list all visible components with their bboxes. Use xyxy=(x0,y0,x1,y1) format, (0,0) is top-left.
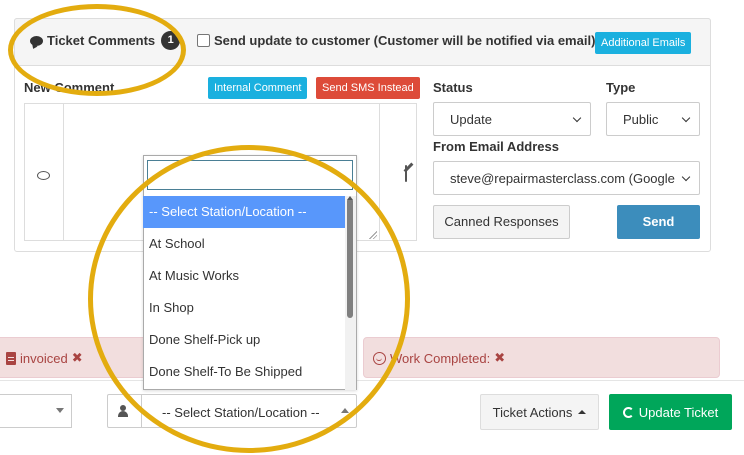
close-icon[interactable]: ✖ xyxy=(72,350,83,366)
edit-icon[interactable] xyxy=(405,165,407,182)
update-ticket-label: Update Ticket xyxy=(638,404,719,420)
caret-up-icon xyxy=(341,408,349,413)
bottom-divider xyxy=(0,380,744,381)
comment-icon xyxy=(30,35,43,46)
caret-up-icon xyxy=(578,410,587,414)
invoiced-status: invoiced ✖ xyxy=(6,350,83,366)
close-icon[interactable]: ✖ xyxy=(494,350,505,366)
send-sms-button[interactable]: Send SMS Instead xyxy=(316,77,420,99)
ticket-actions-button[interactable]: Ticket Actions xyxy=(480,394,599,430)
caret-down-icon xyxy=(56,408,64,413)
station-select-value: -- Select Station/Location -- xyxy=(162,405,320,420)
chevron-down-icon xyxy=(681,172,691,181)
ticket-comments-label: Ticket Comments xyxy=(47,33,156,48)
send-update-option[interactable]: Send update to customer (Customer will b… xyxy=(197,33,595,48)
dropdown-option[interactable]: In Shop xyxy=(143,292,345,324)
type-label: Type xyxy=(606,80,636,95)
from-email-value: steve@repairmasterclass.com (Google xyxy=(450,170,675,186)
dropdown-option[interactable]: Done Shelf-To Be Shipped xyxy=(143,356,345,388)
dropdown-search-input[interactable] xyxy=(147,160,353,190)
work-completed-label: Work Completed: xyxy=(390,350,491,366)
additional-emails-button[interactable]: Additional Emails xyxy=(595,32,692,54)
invoice-file-icon xyxy=(6,351,16,365)
internal-comment-button[interactable]: Internal Comment xyxy=(208,77,308,99)
status-label: Status xyxy=(433,80,473,95)
user-icon xyxy=(118,405,128,417)
chevron-down-icon xyxy=(681,113,691,122)
refresh-icon xyxy=(622,406,634,418)
invoiced-label: invoiced xyxy=(20,350,68,366)
scroll-up-icon[interactable] xyxy=(347,196,353,200)
dropdown-option[interactable]: At School xyxy=(143,228,345,260)
speech-bubble-icon xyxy=(37,171,50,180)
work-completed-status: Work Completed: ✖ xyxy=(373,350,505,366)
dropdown-scroll-thumb[interactable] xyxy=(347,198,353,318)
send-button[interactable]: Send xyxy=(617,205,700,239)
type-value: Public xyxy=(623,111,659,127)
dropdown-option[interactable]: -- Select Station/Location -- xyxy=(143,196,345,228)
comment-right-addon xyxy=(379,103,417,241)
ticket-actions-label: Ticket Actions xyxy=(492,404,573,420)
send-update-checkbox[interactable] xyxy=(197,34,210,47)
send-update-label: Send update to customer (Customer will b… xyxy=(214,33,596,48)
status-value: Update xyxy=(450,111,492,127)
dropdown-option[interactable]: At Music Works xyxy=(143,260,345,292)
smile-icon xyxy=(373,351,386,365)
update-ticket-button[interactable]: Update Ticket xyxy=(609,394,732,430)
type-select[interactable]: Public xyxy=(606,102,700,136)
comment-count-badge: 1 xyxy=(161,31,181,50)
status-select[interactable]: Update xyxy=(433,102,591,136)
canned-responses-button[interactable]: Canned Responses xyxy=(433,205,570,239)
ticket-comments-title: Ticket Comments 1 xyxy=(30,31,181,50)
dropdown-option[interactable]: Done Shelf-Pick up xyxy=(143,324,345,356)
from-email-label: From Email Address xyxy=(433,139,559,154)
from-email-select[interactable]: steve@repairmasterclass.com (Google xyxy=(433,161,700,195)
chevron-down-icon xyxy=(572,113,582,122)
new-comment-label: New Comment xyxy=(24,80,115,95)
textarea-resize-handle[interactable] xyxy=(368,230,377,239)
